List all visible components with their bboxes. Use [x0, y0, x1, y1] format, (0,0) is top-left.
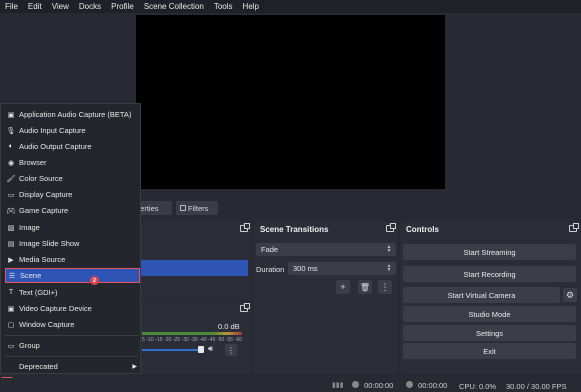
stream-status: 00:00:00: [352, 381, 393, 390]
menu-item-media-source[interactable]: ▶ Media Source: [5, 252, 140, 267]
menu-item-application-audio-capture[interactable]: ▣ Application Audio Capture (BETA): [5, 107, 140, 122]
menu-item-text-gdi[interactable]: T Text (GDI+): [5, 285, 140, 300]
record-dot-icon: [406, 381, 413, 388]
volume-slider-handle[interactable]: [198, 346, 204, 353]
filter-icon: [180, 205, 186, 211]
spinner-icon: ▲ ▼: [386, 263, 392, 273]
fps-readout: 30.00 / 30.00 FPS: [506, 382, 567, 391]
menu-help[interactable]: Help: [238, 2, 264, 11]
add-source-context-menu: ▣ Application Audio Capture (BETA) 🎙︎ Au…: [0, 103, 141, 374]
image-icon: ▨: [7, 224, 15, 232]
speaker-icon: 🔈︎: [8, 142, 14, 150]
slideshow-icon: ▤: [7, 240, 15, 248]
studio-mode-button[interactable]: Studio Mode: [403, 306, 576, 322]
monitor-icon: ▭: [7, 191, 15, 199]
preview-canvas[interactable]: [136, 15, 445, 189]
speaker-icon[interactable]: 🔊︎: [208, 344, 213, 354]
menu-item-game-capture[interactable]: 🎮︎ Game Capture: [5, 203, 140, 218]
menu-item-audio-output-capture[interactable]: 🔈︎ Audio Output Capture: [5, 139, 140, 154]
transition-select[interactable]: Fade ▲ ▼: [256, 243, 396, 256]
menu-profile[interactable]: Profile: [106, 2, 139, 11]
virtual-camera-settings-gear-icon[interactable]: ⚙: [563, 288, 577, 302]
menu-item-deprecated[interactable]: Deprecated ▶: [5, 359, 140, 374]
network-icon: ▮▮▮: [332, 382, 344, 389]
chevron-updown-icon: ▲ ▼: [386, 244, 392, 254]
microphone-icon: 🎙︎: [6, 127, 16, 135]
undock-icon[interactable]: [386, 223, 396, 232]
start-recording-button[interactable]: Start Recording: [403, 266, 576, 282]
gamepad-icon: 🎮︎: [6, 207, 16, 215]
stream-dot-icon: [352, 381, 359, 388]
step-badge: 2: [90, 276, 99, 285]
menu-item-group[interactable]: ▭ Group: [5, 338, 140, 353]
list-icon: ☰: [8, 272, 16, 280]
paint-brush-icon: 🖌︎: [6, 175, 16, 183]
menu-separator: [5, 335, 138, 336]
menu-item-browser[interactable]: ◉ Browser: [5, 155, 140, 170]
mixer-level: 0.0 dB: [218, 322, 240, 331]
text-icon: T: [8, 289, 14, 296]
status-bar: ▮▮▮ 00:00:00 00:00:00 CPU: 0.0% 30.00 / …: [0, 378, 581, 392]
undock-icon[interactable]: [240, 223, 250, 232]
start-streaming-button[interactable]: Start Streaming: [403, 244, 576, 260]
remove-transition-button[interactable]: 🗑︎: [358, 280, 372, 294]
globe-icon: ◉: [7, 159, 15, 167]
menu-file[interactable]: File: [0, 2, 23, 11]
folder-icon: ▭: [7, 342, 15, 350]
app-audio-icon: ▣: [7, 111, 15, 119]
record-status: 00:00:00: [406, 381, 447, 390]
menu-item-audio-input-capture[interactable]: 🎙︎ Audio Input Capture: [5, 123, 140, 138]
menu-item-image[interactable]: ▨ Image: [5, 220, 140, 235]
menu-edit[interactable]: Edit: [23, 2, 47, 11]
transition-menu-button[interactable]: ⋮: [378, 280, 392, 294]
settings-button[interactable]: Settings: [403, 325, 576, 341]
scene-transitions-dock: Scene Transitions Fade ▲ ▼ Duration 300 m…: [254, 222, 398, 374]
selected-scene-row[interactable]: [140, 260, 248, 276]
camera-icon: ▣: [7, 305, 15, 313]
undock-icon[interactable]: [240, 303, 250, 312]
duration-label: Duration: [256, 265, 285, 274]
submenu-arrow-icon: ▶: [132, 364, 137, 370]
filters-label: Filters: [188, 203, 209, 213]
play-icon: ▶: [8, 256, 14, 264]
menu-docks[interactable]: Docks: [74, 2, 106, 11]
meter-scale: 5 -10 -15 -20 -25 -30 -35 -40 -45 -50 -55 -60: [142, 337, 242, 343]
volume-slider-fill: [142, 349, 202, 351]
duration-input[interactable]: 300 ms ▲ ▼: [288, 262, 396, 275]
window-icon: ▢: [7, 321, 15, 329]
add-transition-button[interactable]: +: [336, 280, 350, 294]
controls-title: Controls: [406, 224, 439, 234]
mixer-menu-button[interactable]: ⋮: [225, 344, 237, 356]
duration-value: 300 ms: [293, 264, 318, 273]
menu-item-display-capture[interactable]: ▭ Display Capture: [5, 187, 140, 202]
start-virtual-camera-button[interactable]: Start Virtual Camera: [403, 287, 560, 303]
exit-button[interactable]: Exit: [403, 343, 576, 359]
menu-view[interactable]: View: [47, 2, 74, 11]
filters-button[interactable]: Filters: [176, 201, 218, 215]
undock-icon[interactable]: [569, 223, 579, 232]
menu-item-color-source[interactable]: 🖌︎ Color Source: [5, 171, 140, 186]
scene-transitions-title: Scene Transitions: [260, 224, 329, 234]
menu-item-scene[interactable]: ☰ Scene: [5, 268, 140, 283]
menu-item-image-slide-show[interactable]: ▤ Image Slide Show: [5, 236, 140, 251]
menu-bar: File Edit View Docks Profile Scene Colle…: [0, 0, 581, 13]
volume-meter: [142, 332, 242, 335]
transition-value: Fade: [261, 245, 279, 254]
cpu-usage: CPU: 0.0%: [459, 382, 497, 391]
menu-separator: [5, 356, 138, 357]
menu-item-window-capture[interactable]: ▢ Window Capture: [5, 317, 140, 332]
menu-scene-collection[interactable]: Scene Collection: [139, 2, 209, 11]
menu-item-video-capture-device[interactable]: ▣ Video Capture Device: [5, 301, 140, 316]
menu-tools[interactable]: Tools: [209, 2, 238, 11]
